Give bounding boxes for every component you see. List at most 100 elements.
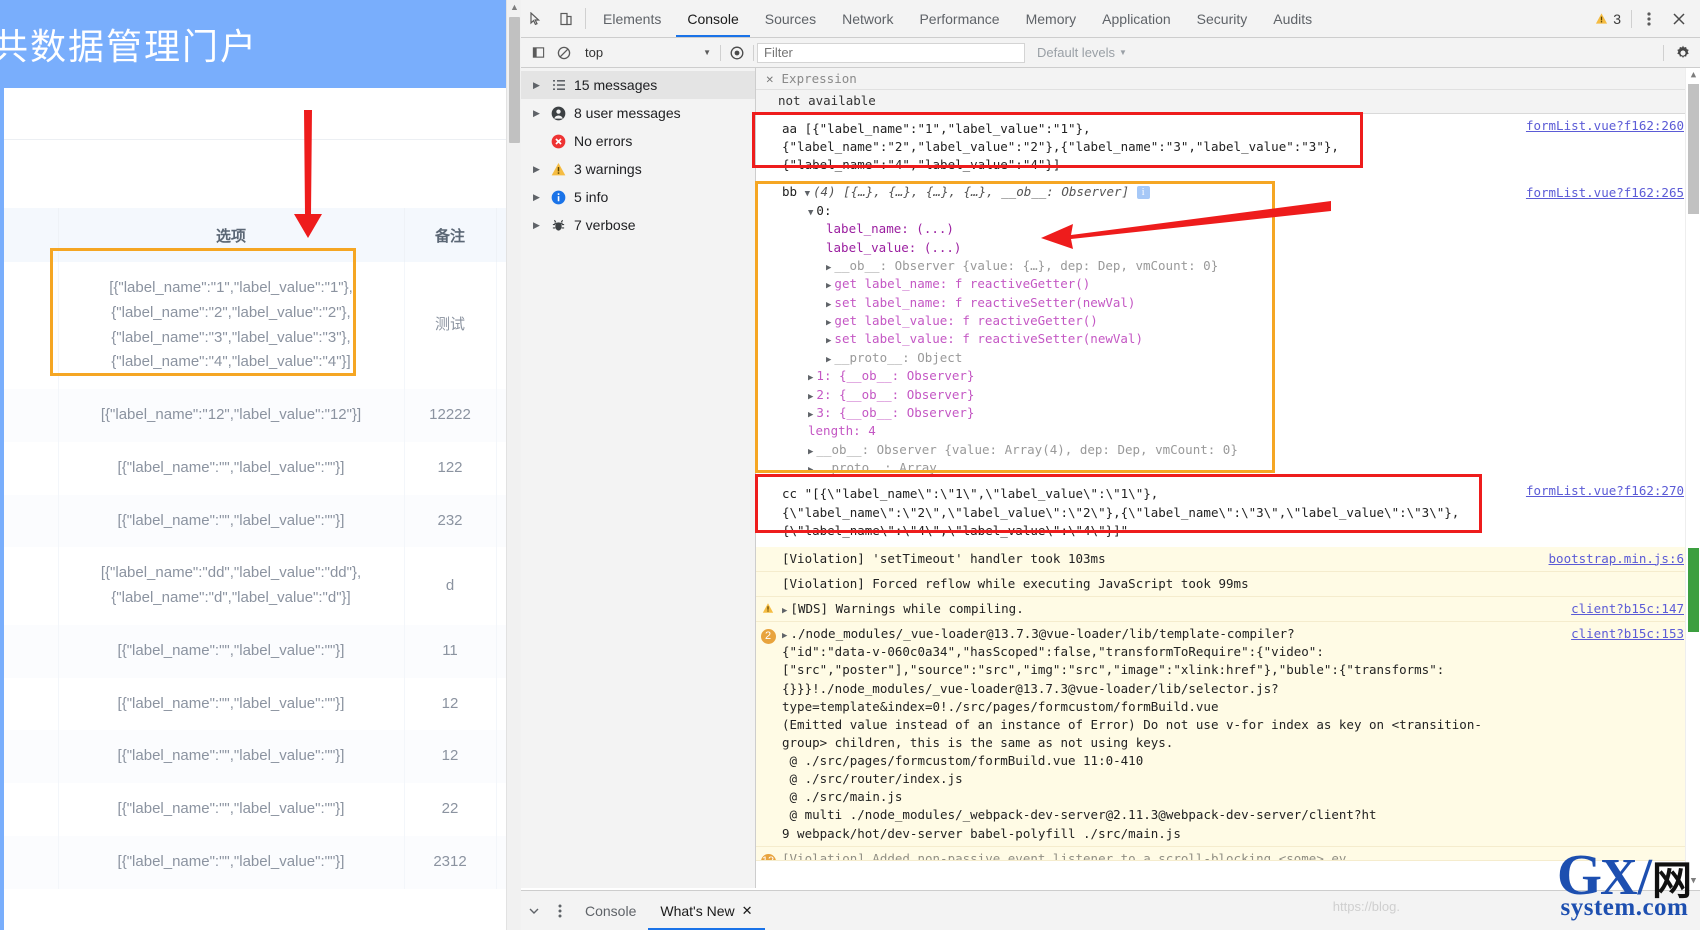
- bb-tree-line[interactable]: ▶ set label_name: f reactiveSetter(newVal…: [782, 294, 1684, 312]
- device-toolbar-icon[interactable]: [551, 0, 581, 37]
- bb-tree-line[interactable]: ▶ get label_name: f reactiveGetter(): [782, 275, 1684, 293]
- tab-application[interactable]: Application: [1089, 0, 1184, 37]
- table-row[interactable]: [{"label_name":"dd","label_value":"dd"},…: [0, 547, 521, 625]
- console-message-cc-source[interactable]: formList.vue?f162:270: [1526, 482, 1684, 500]
- console-message-violation-2[interactable]: [Violation] Forced reflow while executin…: [756, 571, 1700, 597]
- chevron-collapsed-icon[interactable]: ▶: [826, 318, 831, 328]
- bb-tree-line[interactable]: ▼ 0:: [782, 202, 1684, 220]
- table-row[interactable]: [{"label_name":"","label_value":""}] 12: [0, 677, 521, 731]
- console-scroll-up-arrow[interactable]: ▲: [1686, 68, 1700, 82]
- console-message-aa-source[interactable]: formList.vue?f162:260: [1526, 117, 1684, 135]
- close-icon[interactable]: ✕: [742, 903, 753, 919]
- table-row[interactable]: [{"label_name":"","label_value":""}] 2312: [0, 835, 521, 889]
- bb-tree-line[interactable]: ▶ 2: {__ob__: Observer}: [782, 386, 1684, 404]
- vue-loader-source[interactable]: client?b15c:153: [1571, 625, 1684, 643]
- console-message-bb-source[interactable]: formList.vue?f162:265: [1526, 184, 1684, 202]
- sidebar-item-warnings[interactable]: ▶ 3 warnings: [521, 155, 755, 183]
- chevron-expanded-icon[interactable]: ▼: [808, 208, 813, 218]
- table-row[interactable]: [{"label_name":"1","label_value":"1"}, {…: [0, 262, 521, 389]
- inspect-element-icon[interactable]: [521, 0, 551, 37]
- tab-performance[interactable]: Performance: [906, 0, 1012, 37]
- tab-elements[interactable]: Elements: [590, 0, 674, 37]
- console-message-vue-loader[interactable]: 2 ▶ ./node_modules/_vue-loader@13.7.3@vue…: [756, 622, 1700, 847]
- tab-sources[interactable]: Sources: [752, 0, 829, 37]
- chevron-collapsed-icon[interactable]: ▶: [533, 108, 543, 119]
- table-row[interactable]: [{"label_name":"","label_value":""}] 122: [0, 441, 521, 495]
- table-row[interactable]: [{"label_name":"","label_value":""}] 232: [0, 494, 521, 548]
- bb-tree-line[interactable]: ▶ set label_value: f reactiveSetter(newVa…: [782, 330, 1684, 348]
- violation-1-source[interactable]: bootstrap.min.js:6: [1549, 550, 1684, 568]
- sidebar-item-messages[interactable]: ▶ 15 messages: [521, 71, 755, 99]
- console-message-aa[interactable]: aa [{"label_name":"1","label_value":"1"}…: [756, 114, 1700, 181]
- page-scroll-thumb[interactable]: [509, 17, 520, 143]
- drawer-tab-what-s-new[interactable]: What's New ✕: [648, 891, 765, 930]
- bb-tree-line[interactable]: ▶ __proto__: Array: [782, 459, 1684, 477]
- chevron-collapsed-icon[interactable]: ▶: [782, 606, 787, 616]
- bb-tree-line[interactable]: ▶ 3: {__ob__: Observer}: [782, 404, 1684, 422]
- sidebar-item-verbose[interactable]: ▶ 7 verbose: [521, 211, 755, 239]
- bb-tree-line[interactable]: length: 4: [782, 422, 1684, 440]
- bb-tree-line[interactable]: ▶ __ob__: Observer {value: Array(4), dep:…: [782, 441, 1684, 459]
- tab-audits[interactable]: Audits: [1260, 0, 1325, 37]
- chevron-collapsed-icon[interactable]: ▶: [782, 631, 787, 641]
- table-row[interactable]: [{"label_name":"","label_value":""}] 22: [0, 783, 521, 836]
- console-scrollbar[interactable]: ▲ ▼: [1685, 68, 1700, 888]
- console-message-cc[interactable]: cc "[{\"label_name\":\"1\",\"label_value…: [756, 479, 1700, 546]
- chevron-collapsed-icon[interactable]: ▶: [826, 281, 831, 291]
- bb-tree-line[interactable]: ▶ 1: {__ob__: Observer}: [782, 367, 1684, 385]
- console-message-violation-1[interactable]: [Violation] 'setTimeout' handler took 10…: [756, 546, 1700, 572]
- gear-icon[interactable]: [1670, 41, 1696, 65]
- live-expression-header[interactable]: ✕ Expression: [756, 68, 1700, 90]
- more-options-icon[interactable]: [1634, 11, 1664, 27]
- sidebar-item-info[interactable]: ▶ 5 info: [521, 183, 755, 211]
- table-row[interactable]: [{"label_name":"12","label_value":"12"}]…: [0, 389, 521, 442]
- bb-tree-line[interactable]: ▶ get label_value: f reactiveGetter(): [782, 312, 1684, 330]
- chevron-collapsed-icon[interactable]: ▶: [808, 465, 813, 475]
- log-levels-dropdown[interactable]: Default levels ▼: [1025, 45, 1127, 60]
- console-message-bb[interactable]: bb ▼ (4) [{…}, {…}, {…}, {…}, __ob__: Obs…: [756, 181, 1700, 479]
- chevron-collapsed-icon[interactable]: ▶: [808, 447, 813, 457]
- warning-count-indicator[interactable]: 3: [1587, 11, 1629, 27]
- scroll-up-arrow[interactable]: ▲: [507, 0, 521, 15]
- chevron-collapsed-icon[interactable]: ▶: [808, 392, 813, 402]
- live-expression-icon[interactable]: [724, 41, 750, 65]
- chevron-expanded-icon[interactable]: ▼: [805, 189, 810, 199]
- console-filter-input[interactable]: [757, 42, 1025, 63]
- chevron-collapsed-icon[interactable]: ▶: [533, 164, 543, 175]
- tab-security[interactable]: Security: [1184, 0, 1261, 37]
- collapse-drawer-icon[interactable]: [521, 906, 547, 916]
- chevron-collapsed-icon[interactable]: ▶: [533, 80, 543, 91]
- page-scrollbar[interactable]: ▲: [506, 0, 521, 930]
- console-scroll-thumb[interactable]: [1688, 84, 1699, 214]
- table-row[interactable]: [{"label_name":"","label_value":""}] 12: [0, 730, 521, 783]
- sidebar-item-user-messages[interactable]: ▶ 8 user messages: [521, 99, 755, 127]
- console-message-wds[interactable]: ▶ [WDS] Warnings while compiling. client?…: [756, 597, 1700, 623]
- console-message-cutoff[interactable]: 12 [Violation] Added non-passive event l…: [756, 846, 1700, 861]
- console-output[interactable]: ✕ Expression not available aa [{"label_n…: [756, 68, 1700, 888]
- execution-context-select[interactable]: top ▼: [577, 42, 717, 64]
- tab-console[interactable]: Console: [674, 0, 751, 37]
- chevron-collapsed-icon[interactable]: ▶: [808, 410, 813, 420]
- console-scroll-down-arrow[interactable]: ▼: [1686, 874, 1700, 888]
- console-sidebar-toggle-icon[interactable]: [525, 41, 551, 65]
- chevron-collapsed-icon[interactable]: ▶: [826, 263, 831, 273]
- bb-tree-line[interactable]: label_value: (...): [782, 239, 1684, 257]
- close-icon[interactable]: [1664, 12, 1694, 26]
- info-badge-icon[interactable]: i: [1136, 186, 1150, 200]
- chevron-collapsed-icon[interactable]: ▶: [808, 373, 813, 383]
- tab-memory[interactable]: Memory: [1013, 0, 1090, 37]
- more-options-icon[interactable]: [547, 903, 573, 919]
- tab-network[interactable]: Network: [829, 0, 906, 37]
- close-icon[interactable]: ✕: [766, 71, 774, 86]
- wds-source[interactable]: client?b15c:147: [1571, 600, 1684, 618]
- chevron-collapsed-icon[interactable]: ▶: [533, 192, 543, 203]
- bb-tree-line[interactable]: label_name: (...): [782, 220, 1684, 238]
- clear-console-icon[interactable]: [551, 41, 577, 65]
- bb-tree-line[interactable]: ▶ __ob__: Observer {value: {…}, dep: Dep,…: [782, 257, 1684, 275]
- chevron-collapsed-icon[interactable]: ▶: [533, 220, 543, 231]
- drawer-tab-console[interactable]: Console: [573, 891, 648, 930]
- chevron-collapsed-icon[interactable]: ▶: [826, 355, 831, 365]
- chevron-collapsed-icon[interactable]: ▶: [826, 300, 831, 310]
- chevron-collapsed-icon[interactable]: ▶: [826, 336, 831, 346]
- table-row[interactable]: [{"label_name":"","label_value":""}] 11: [0, 624, 521, 678]
